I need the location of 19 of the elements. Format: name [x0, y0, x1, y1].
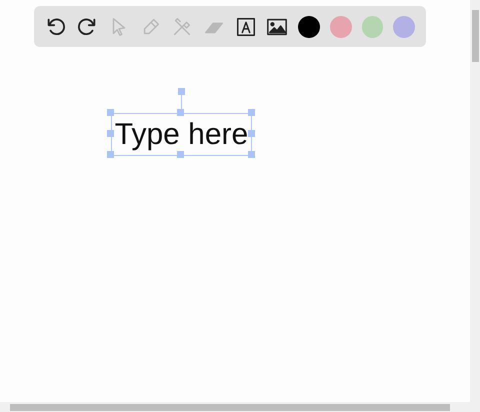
scroll-thumb[interactable] [10, 404, 450, 410]
resize-handle[interactable] [107, 109, 114, 116]
resize-handle[interactable] [248, 109, 255, 116]
resize-handle[interactable] [107, 151, 114, 158]
resize-handle[interactable] [248, 130, 255, 137]
color-swatch[interactable] [330, 16, 352, 38]
color-swatch[interactable] [362, 16, 384, 38]
resize-handle[interactable] [177, 151, 184, 158]
resize-handle[interactable] [248, 151, 255, 158]
resize-handle[interactable] [107, 130, 114, 137]
scroll-thumb[interactable] [472, 10, 478, 62]
text-box-icon [234, 16, 257, 38]
color-swatch[interactable] [298, 16, 320, 38]
redo-icon [76, 16, 98, 38]
horizontal-scrollbar[interactable] [0, 402, 470, 412]
rotate-handle[interactable] [178, 88, 185, 95]
resize-handle[interactable] [177, 109, 184, 116]
vertical-scrollbar[interactable] [470, 0, 480, 402]
color-swatch[interactable] [393, 16, 415, 38]
